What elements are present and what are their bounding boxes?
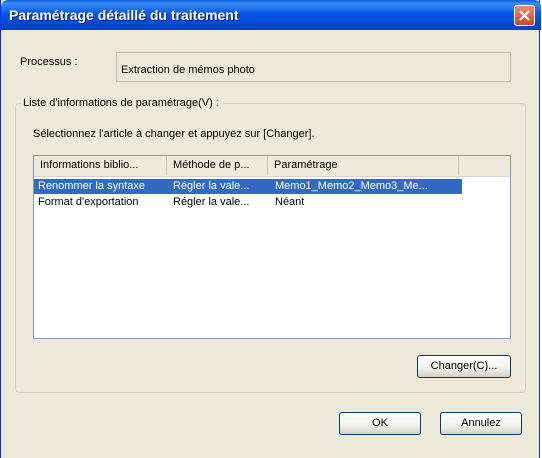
- settings-list[interactable]: Informations biblio... Méthode de p... P…: [33, 155, 511, 339]
- settings-list-legend: Liste d'informations de paramétrage(V) :: [21, 97, 223, 109]
- row-setting: Memo1_Memo2_Memo3_Me...: [275, 180, 428, 192]
- process-label: Processus :: [20, 56, 78, 68]
- list-item[interactable]: Renommer la syntaxe Régler la vale... Me…: [34, 179, 462, 194]
- close-icon: [519, 10, 530, 21]
- cancel-button[interactable]: Annulez: [440, 412, 522, 435]
- dialog-window: Paramétrage détaillé du traitement Proce…: [0, 0, 541, 458]
- list-header: Informations biblio... Méthode de p... P…: [34, 156, 510, 177]
- row-method: Régler la vale...: [173, 180, 250, 192]
- row-info: Renommer la syntaxe: [38, 180, 145, 192]
- change-button[interactable]: Changer(C)...: [417, 355, 511, 378]
- process-field: Extraction de mémos photo: [116, 52, 511, 82]
- row-info: Format d'exportation: [38, 196, 139, 208]
- row-method: Régler la vale...: [173, 196, 250, 208]
- title-bar[interactable]: Paramétrage détaillé du traitement: [1, 0, 541, 30]
- ok-button[interactable]: OK: [339, 412, 421, 435]
- row-setting: Néant: [275, 196, 305, 208]
- column-header-info[interactable]: Informations biblio...: [34, 156, 167, 175]
- column-header-setting[interactable]: Paramétrage: [268, 156, 459, 175]
- window-title: Paramétrage détaillé du traitement: [9, 7, 239, 23]
- list-item[interactable]: Format d'exportation Régler la vale... N…: [34, 195, 462, 210]
- column-header-method[interactable]: Méthode de p...: [167, 156, 268, 175]
- process-value: Extraction de mémos photo: [121, 64, 255, 76]
- close-button[interactable]: [514, 5, 535, 26]
- instruction-text: Sélectionnez l'article à changer et appu…: [33, 128, 315, 140]
